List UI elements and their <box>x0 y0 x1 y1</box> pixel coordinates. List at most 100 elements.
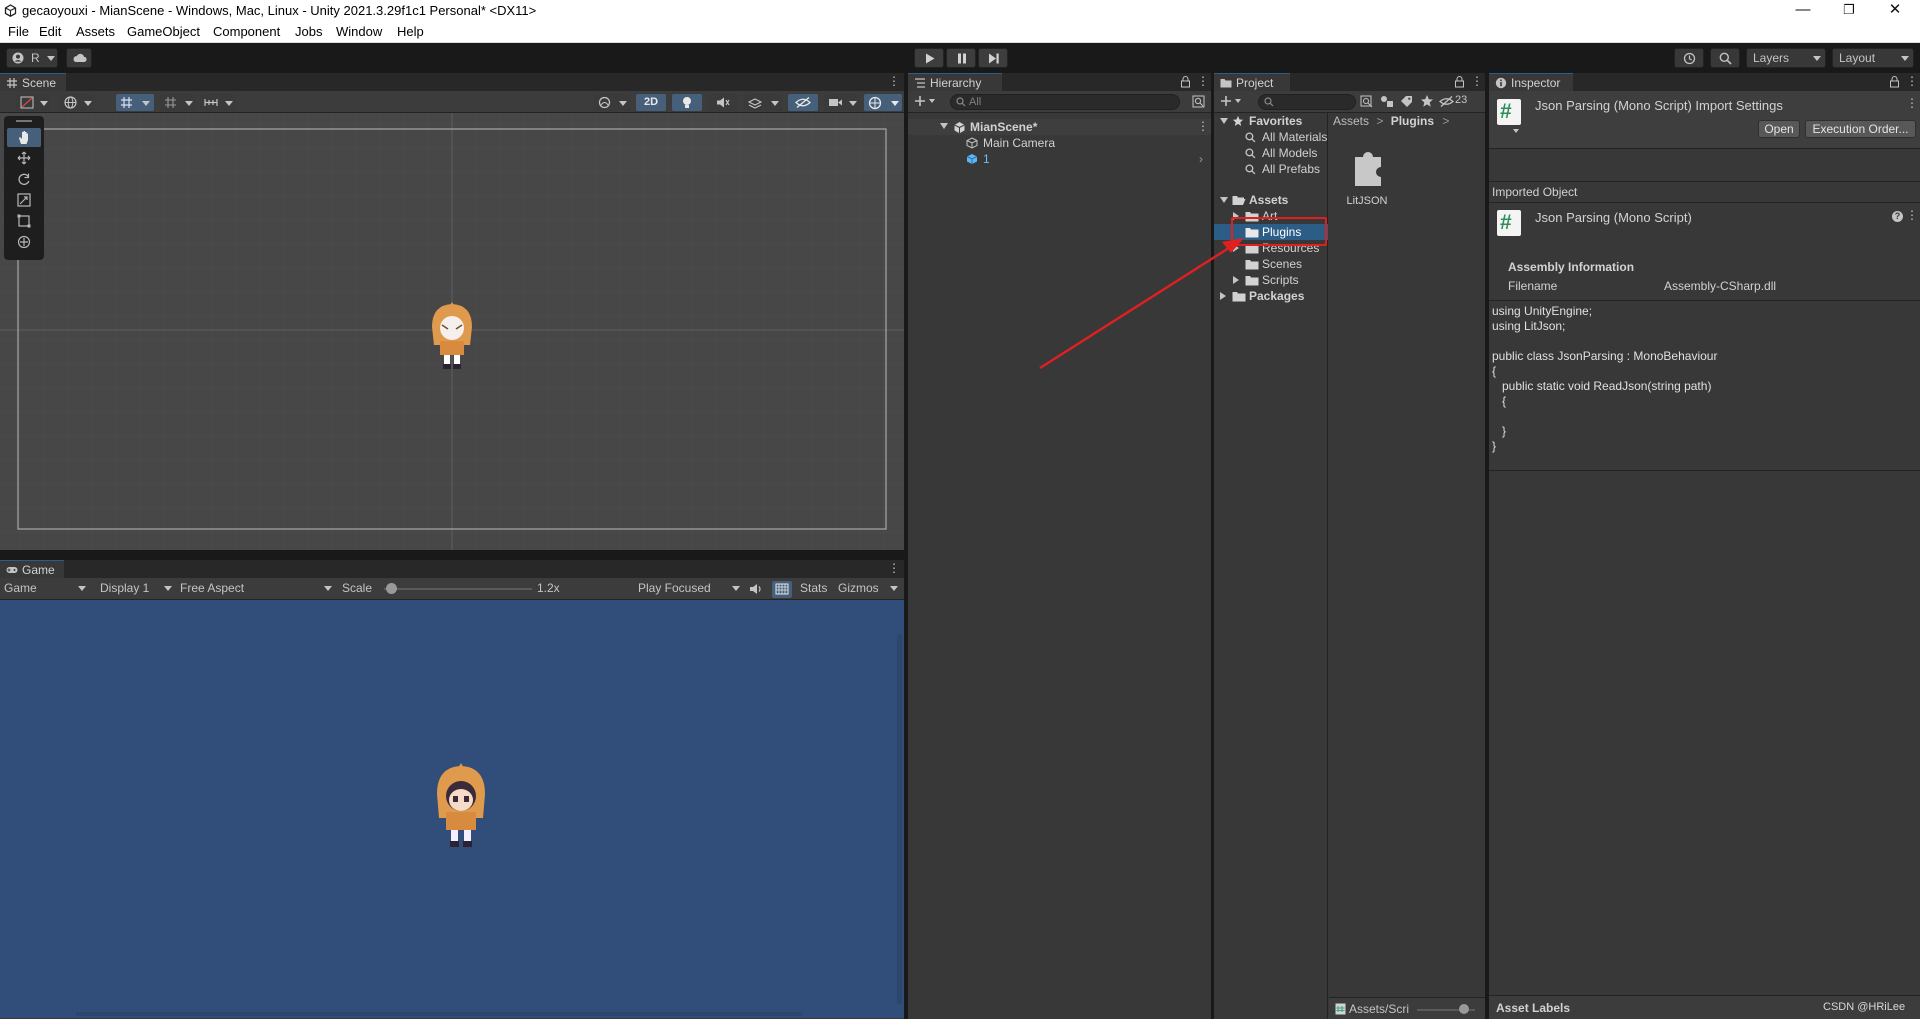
audio-toggle[interactable] <box>708 94 738 111</box>
search-by-type-icon[interactable] <box>1360 95 1374 108</box>
open-button[interactable]: Open <box>1758 120 1800 138</box>
lock-icon[interactable] <box>1454 76 1465 88</box>
collapse-arrow-icon[interactable] <box>1233 276 1239 284</box>
collapse-arrow-icon[interactable] <box>1220 292 1226 300</box>
scene-viewport[interactable] <box>0 113 904 550</box>
resolution-stats-button[interactable] <box>772 581 792 598</box>
menu-help[interactable]: Help <box>397 24 424 39</box>
character-sprite[interactable] <box>428 301 476 371</box>
execution-order-button[interactable]: Execution Order... <box>1805 120 1916 138</box>
expand-arrow-icon[interactable] <box>940 123 948 129</box>
scale-slider-track[interactable] <box>384 588 532 590</box>
favorite-all-models[interactable]: All Models <box>1214 145 1328 161</box>
menu-assets[interactable]: Assets <box>76 24 115 39</box>
scale-tool-button[interactable] <box>7 191 41 210</box>
game-menu-icon[interactable]: ⋮ <box>888 562 900 576</box>
header-menu-icon[interactable]: ⋮ <box>1906 97 1918 111</box>
play-focus-dropdown[interactable]: Play Focused <box>638 580 742 596</box>
scale-slider-thumb[interactable] <box>386 583 398 594</box>
history-button[interactable] <box>1674 48 1704 68</box>
tag-icon[interactable] <box>1400 95 1413 108</box>
hidden-packages-toggle[interactable]: 23 <box>1439 94 1483 110</box>
draw-mode-dropdown[interactable] <box>16 94 50 111</box>
mute-audio-button[interactable] <box>748 581 764 597</box>
scene-menu-icon[interactable]: ⋮ <box>888 75 900 89</box>
mode-2d-toggle[interactable]: 2D <box>636 94 666 111</box>
project-add-button[interactable] <box>1218 93 1242 110</box>
minimize-button[interactable]: — <box>1780 0 1826 22</box>
grid-snap-dropdown[interactable] <box>116 94 154 111</box>
stats-button[interactable]: Stats <box>800 580 827 596</box>
icon-size-slider-thumb[interactable] <box>1459 1004 1469 1014</box>
menu-gameobject[interactable]: GameObject <box>127 24 200 39</box>
hierarchy-item-1[interactable]: 1 › <box>908 151 1211 167</box>
object-menu-icon[interactable]: ⋮ <box>1906 209 1918 223</box>
search-options-icon[interactable] <box>1192 95 1205 108</box>
project-menu-icon[interactable]: ⋮ <box>1471 75 1483 89</box>
help-icon[interactable]: ? <box>1892 211 1903 222</box>
folder-scenes[interactable]: Scenes <box>1214 256 1328 272</box>
camera-dropdown[interactable] <box>824 94 860 111</box>
chevron-down-icon[interactable] <box>1513 129 1519 133</box>
palette-handle-icon[interactable] <box>16 120 32 122</box>
project-search-input[interactable] <box>1258 94 1356 110</box>
move-tool-button[interactable] <box>7 149 41 168</box>
close-button[interactable]: ✕ <box>1872 0 1918 22</box>
aspect-dropdown[interactable]: Free Aspect <box>180 580 334 596</box>
menu-file[interactable]: File <box>8 24 29 39</box>
account-dropdown[interactable]: R <box>6 48 58 68</box>
favorites-row[interactable]: Favorites <box>1214 113 1328 129</box>
increment-snap-dropdown[interactable] <box>200 94 236 111</box>
lighting-toggle[interactable] <box>672 94 702 111</box>
favorite-all-materials[interactable]: All Materials <box>1214 129 1328 145</box>
hierarchy-item-main-camera[interactable]: Main Camera <box>908 135 1211 151</box>
assets-root-row[interactable]: Assets <box>1214 192 1328 208</box>
asset-labels-bar[interactable]: Asset Labels CSDN @HRiLee <box>1489 995 1920 1019</box>
favorite-all-prefabs[interactable]: All Prefabs <box>1214 161 1328 177</box>
menu-jobs[interactable]: Jobs <box>295 24 322 39</box>
shading-dropdown[interactable] <box>594 94 630 111</box>
tab-hierarchy[interactable]: Hierarchy <box>908 73 1002 91</box>
folder-scripts[interactable]: Scripts <box>1214 272 1328 288</box>
breadcrumb-assets[interactable]: Assets <box>1333 114 1369 128</box>
game-gizmos-dropdown[interactable]: Gizmos <box>838 580 902 596</box>
chevron-right-icon[interactable]: › <box>1199 151 1203 167</box>
star-icon[interactable] <box>1420 94 1434 108</box>
tab-project[interactable]: Project <box>1214 73 1290 91</box>
tab-game[interactable]: Game <box>0 560 64 578</box>
expand-arrow-icon[interactable] <box>1220 118 1228 124</box>
hierarchy-menu-icon[interactable]: ⋮ <box>1197 75 1209 89</box>
play-button[interactable] <box>914 48 944 68</box>
packages-row[interactable]: Packages <box>1214 288 1328 304</box>
restore-button[interactable]: ❐ <box>1826 0 1872 22</box>
rotate-tool-button[interactable] <box>7 170 41 189</box>
asset-litjson[interactable]: LitJSON <box>1337 145 1397 217</box>
inspector-menu-icon[interactable]: ⋮ <box>1906 75 1918 89</box>
game-viewport[interactable] <box>0 600 904 1018</box>
menu-component[interactable]: Component <box>213 24 280 39</box>
pause-button[interactable] <box>946 48 976 68</box>
hand-tool-button[interactable] <box>7 128 41 147</box>
search-by-label-icon[interactable] <box>1380 95 1394 108</box>
breadcrumb-plugins[interactable]: Plugins <box>1391 114 1434 128</box>
effects-dropdown[interactable] <box>744 94 782 111</box>
game-view-dropdown[interactable]: Game <box>4 580 88 596</box>
scene-visibility-toggle[interactable] <box>788 94 818 111</box>
tab-inspector[interactable]: Inspector <box>1489 73 1573 91</box>
hierarchy-add-button[interactable] <box>912 93 936 110</box>
tab-scene[interactable]: Scene <box>0 73 66 91</box>
lock-icon[interactable] <box>1889 76 1900 88</box>
gizmos-dropdown[interactable] <box>864 94 902 111</box>
layers-dropdown[interactable]: Layers <box>1746 48 1826 68</box>
layout-dropdown[interactable]: Layout <box>1832 48 1914 68</box>
hierarchy-scene-row[interactable]: MianScene* ⋮ <box>908 119 1211 135</box>
search-button[interactable] <box>1710 48 1740 68</box>
lock-icon[interactable] <box>1180 76 1191 88</box>
game-vertical-scrollbar[interactable] <box>897 634 902 1004</box>
expand-arrow-icon[interactable] <box>1220 197 1228 203</box>
cloud-button[interactable] <box>66 48 92 68</box>
menu-edit[interactable]: Edit <box>39 24 61 39</box>
scene-row-menu-icon[interactable]: ⋮ <box>1197 120 1209 134</box>
transform-tool-button[interactable] <box>7 233 41 252</box>
hierarchy-search-input[interactable]: All <box>950 94 1180 110</box>
